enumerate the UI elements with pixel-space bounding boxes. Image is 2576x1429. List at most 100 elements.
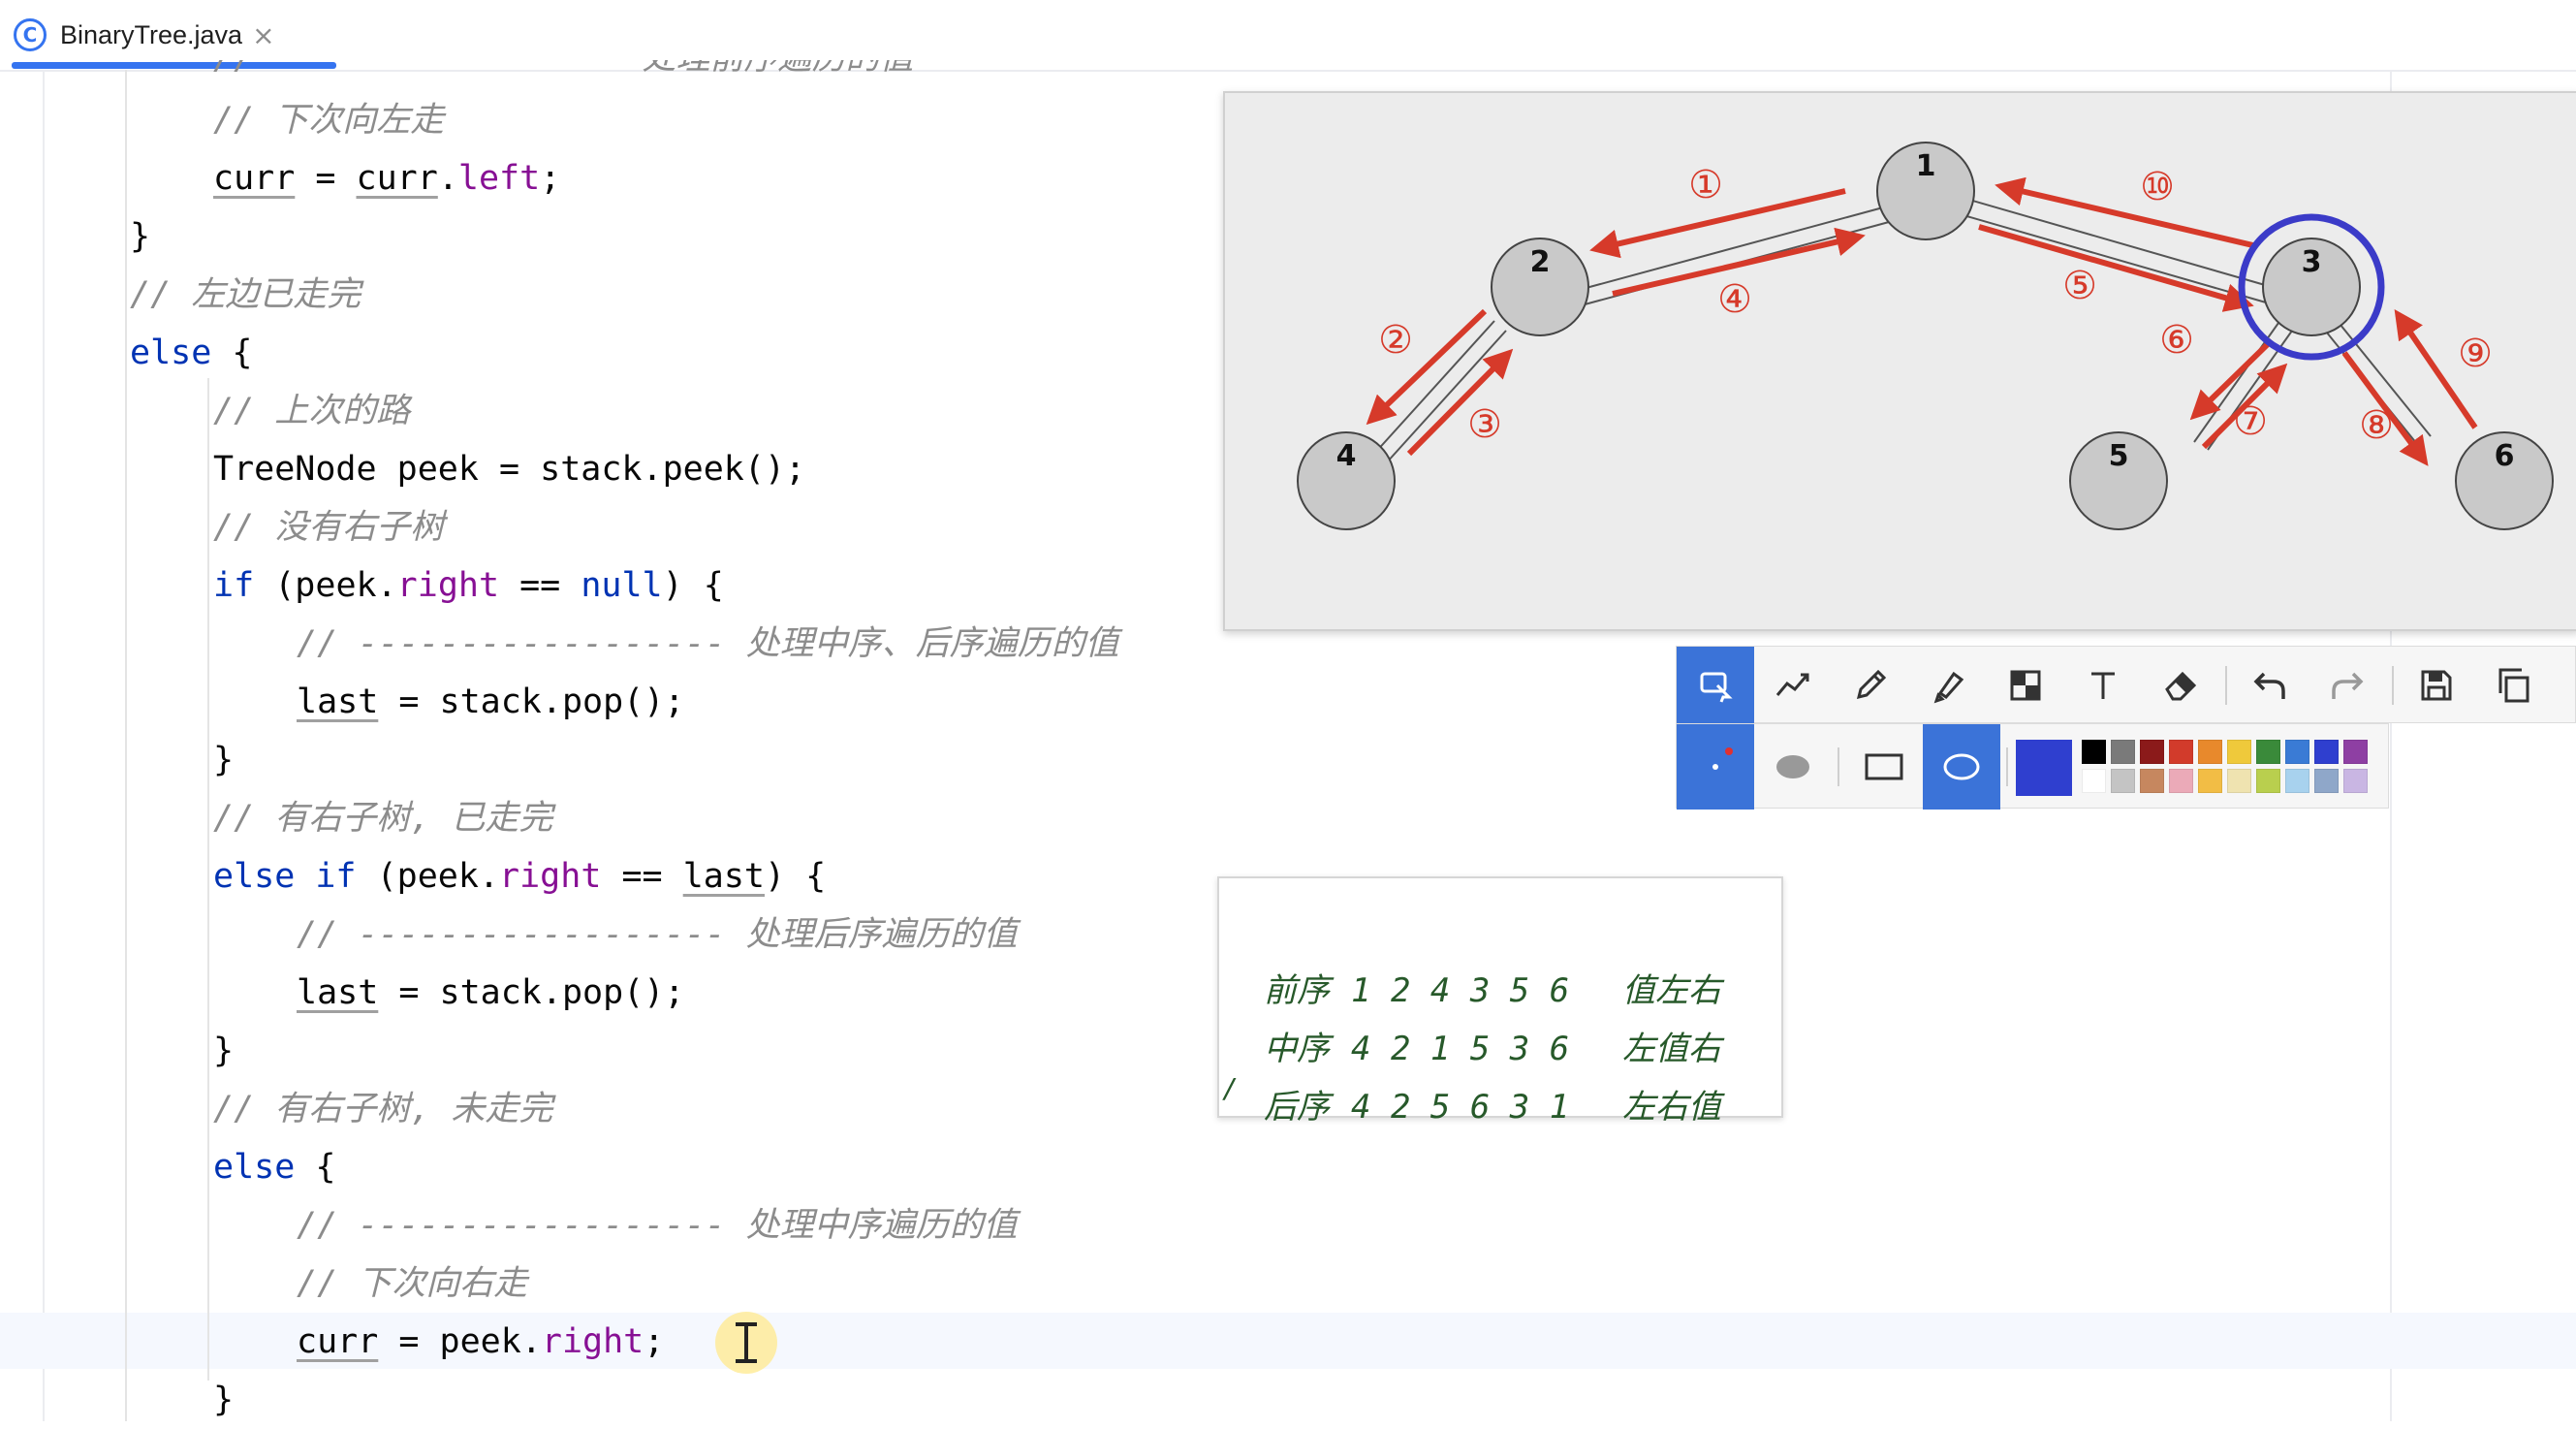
palette-color-bottom-7[interactable] — [2256, 769, 2280, 793]
code-line: // 有右子树, 已走完 — [213, 799, 553, 838]
save-icon — [2421, 670, 2452, 701]
palette-color-bottom-1[interactable] — [2082, 769, 2106, 793]
node-label-4: 4 — [1336, 439, 1357, 473]
indent-guide — [125, 70, 127, 1421]
code-line: // 下次向右走 — [297, 1264, 528, 1303]
code-line: else { — [130, 333, 253, 372]
palette-color-bottom-6[interactable] — [2227, 769, 2251, 793]
step-label-9: ⑨ — [2458, 332, 2493, 376]
gutter-divider — [43, 70, 45, 1421]
palette-color-top-3[interactable] — [2140, 740, 2164, 764]
postorder-row: 后序 4 2 5 6 3 1 左右值 — [1264, 1088, 1721, 1127]
copy-icon — [2498, 668, 2529, 703]
ellipse-icon — [1943, 753, 1980, 780]
palette-color-bottom-5[interactable] — [2198, 769, 2222, 793]
code-line: // 有右子树, 未走完 — [213, 1090, 553, 1128]
step-label-4: ④ — [1717, 277, 1752, 322]
code-line: // 没有右子树 — [213, 508, 445, 547]
code-line: } — [213, 1381, 235, 1419]
traversal-summary: 前序 1 2 4 3 5 6 值左右 中序 4 2 1 5 3 6 左值右 后序 4 2 … — [1217, 876, 1783, 1127]
palette-color-top-8[interactable] — [2285, 740, 2309, 764]
palette-color-top-10[interactable] — [2343, 740, 2368, 764]
code-line: // ------------------ 处理后序遍历的值 — [297, 915, 1018, 954]
code-line: // 上次的路 — [213, 392, 411, 430]
code-line: if (peek.right == null) { — [213, 566, 724, 605]
stray-mark: / — [1222, 1072, 1239, 1104]
step-label-1: ① — [1688, 163, 1723, 207]
polyline-tool[interactable] — [1754, 647, 1832, 724]
tab-binarytree-java[interactable]: C BinaryTree.java × — [14, 0, 275, 70]
toolbar-separator — [2392, 666, 2394, 705]
node-label-5: 5 — [2109, 439, 2129, 473]
dot-size-icon — [1712, 747, 1733, 770]
toolbar-separator — [2225, 666, 2227, 705]
eraser-icon — [2165, 671, 2197, 701]
mosaic-icon — [2010, 670, 2041, 701]
code-line: } — [130, 217, 151, 256]
select-shape-tool[interactable] — [1677, 647, 1754, 724]
palette-color-bottom-10[interactable] — [2343, 769, 2368, 793]
close-icon[interactable]: × — [252, 19, 274, 51]
binary-tree-diagram: ① ② ③ ④ ⑤ ⑥ ⑦ ⑧ ⑨ ⑩ 1 2 3 4 5 6 — [1223, 91, 2576, 631]
code-line: // 下次向左走 — [213, 101, 445, 140]
mosaic-tool[interactable] — [1987, 647, 2064, 724]
copy-button[interactable] — [2475, 647, 2553, 724]
palette-color-top-1[interactable] — [2082, 740, 2106, 764]
palette-color-bottom-4[interactable] — [2169, 769, 2193, 793]
palette-color-bottom-2[interactable] — [2111, 769, 2135, 793]
code-line: TreeNode peek = stack.peek(); — [213, 450, 806, 489]
highlighter-tool[interactable] — [1909, 647, 1987, 724]
java-class-icon: C — [14, 18, 47, 51]
highlighter-icon — [1933, 671, 1964, 704]
palette-color-top-5[interactable] — [2198, 740, 2222, 764]
code-line: // ------------------ 处理中序、后序遍历的值 — [297, 624, 1119, 663]
step-label-6: ⑥ — [2159, 318, 2194, 363]
step-label-10: ⑩ — [2140, 165, 2175, 209]
tab-label: BinaryTree.java — [60, 19, 243, 49]
rectangle-option[interactable] — [1845, 724, 1923, 810]
redo-button[interactable] — [2309, 647, 2386, 724]
filled-ellipse-option[interactable] — [1754, 724, 1832, 810]
eraser-tool[interactable] — [2142, 647, 2219, 724]
undo-button[interactable] — [2231, 647, 2309, 724]
palette-color-bottom-3[interactable] — [2140, 769, 2164, 793]
node-label-2: 2 — [1530, 245, 1551, 279]
code-line: } — [213, 741, 235, 779]
step-label-5: ⑤ — [2062, 264, 2097, 308]
ellipse-option[interactable] — [1923, 724, 2000, 810]
code-line: last = stack.pop(); — [297, 683, 685, 721]
select-shape-icon — [1700, 672, 1733, 703]
step-label-8: ⑧ — [2359, 403, 2394, 448]
text-tool[interactable] — [2064, 647, 2142, 724]
text-cursor-icon — [736, 1322, 757, 1363]
undo-icon — [2253, 672, 2285, 699]
inorder-row: 中序 4 2 1 5 3 6 左值右 — [1264, 1030, 1721, 1068]
annotation-toolbar — [1676, 646, 2576, 810]
redo-icon — [2332, 672, 2364, 699]
palette-color-top-4[interactable] — [2169, 740, 2193, 764]
step-label-3: ③ — [1467, 402, 1502, 447]
polyline-icon — [1775, 673, 1809, 696]
text-icon — [2091, 672, 2115, 699]
code-line: // 左边已走完 — [130, 275, 361, 314]
current-color-swatch[interactable] — [2016, 740, 2072, 796]
rectangle-icon — [1865, 753, 1903, 780]
save-button[interactable] — [2398, 647, 2475, 724]
code-line: // ------------------ 处理中序遍历的值 — [297, 1206, 1018, 1245]
palette-color-top-6[interactable] — [2227, 740, 2251, 764]
palette-color-top-7[interactable] — [2256, 740, 2280, 764]
code-line-current: curr = peek.right; — [297, 1322, 665, 1361]
tree-svg: ① ② ③ ④ ⑤ ⑥ ⑦ ⑧ ⑨ ⑩ 1 2 3 4 5 6 — [1297, 142, 2554, 530]
filled-ellipse-icon — [1776, 755, 1809, 778]
code-line: else if (peek.right == last) { — [213, 857, 827, 896]
palette-color-top-9[interactable] — [2314, 740, 2339, 764]
code-line: else { — [213, 1148, 336, 1187]
palette-color-bottom-9[interactable] — [2314, 769, 2339, 793]
code-line: last = stack.pop(); — [297, 973, 685, 1012]
palette-color-bottom-8[interactable] — [2285, 769, 2309, 793]
dot-size-option[interactable] — [1677, 724, 1754, 810]
step-label-2: ② — [1378, 318, 1413, 363]
palette-color-top-2[interactable] — [2111, 740, 2135, 764]
toolbar-separator — [1838, 747, 1839, 786]
pencil-tool[interactable] — [1832, 647, 1909, 724]
